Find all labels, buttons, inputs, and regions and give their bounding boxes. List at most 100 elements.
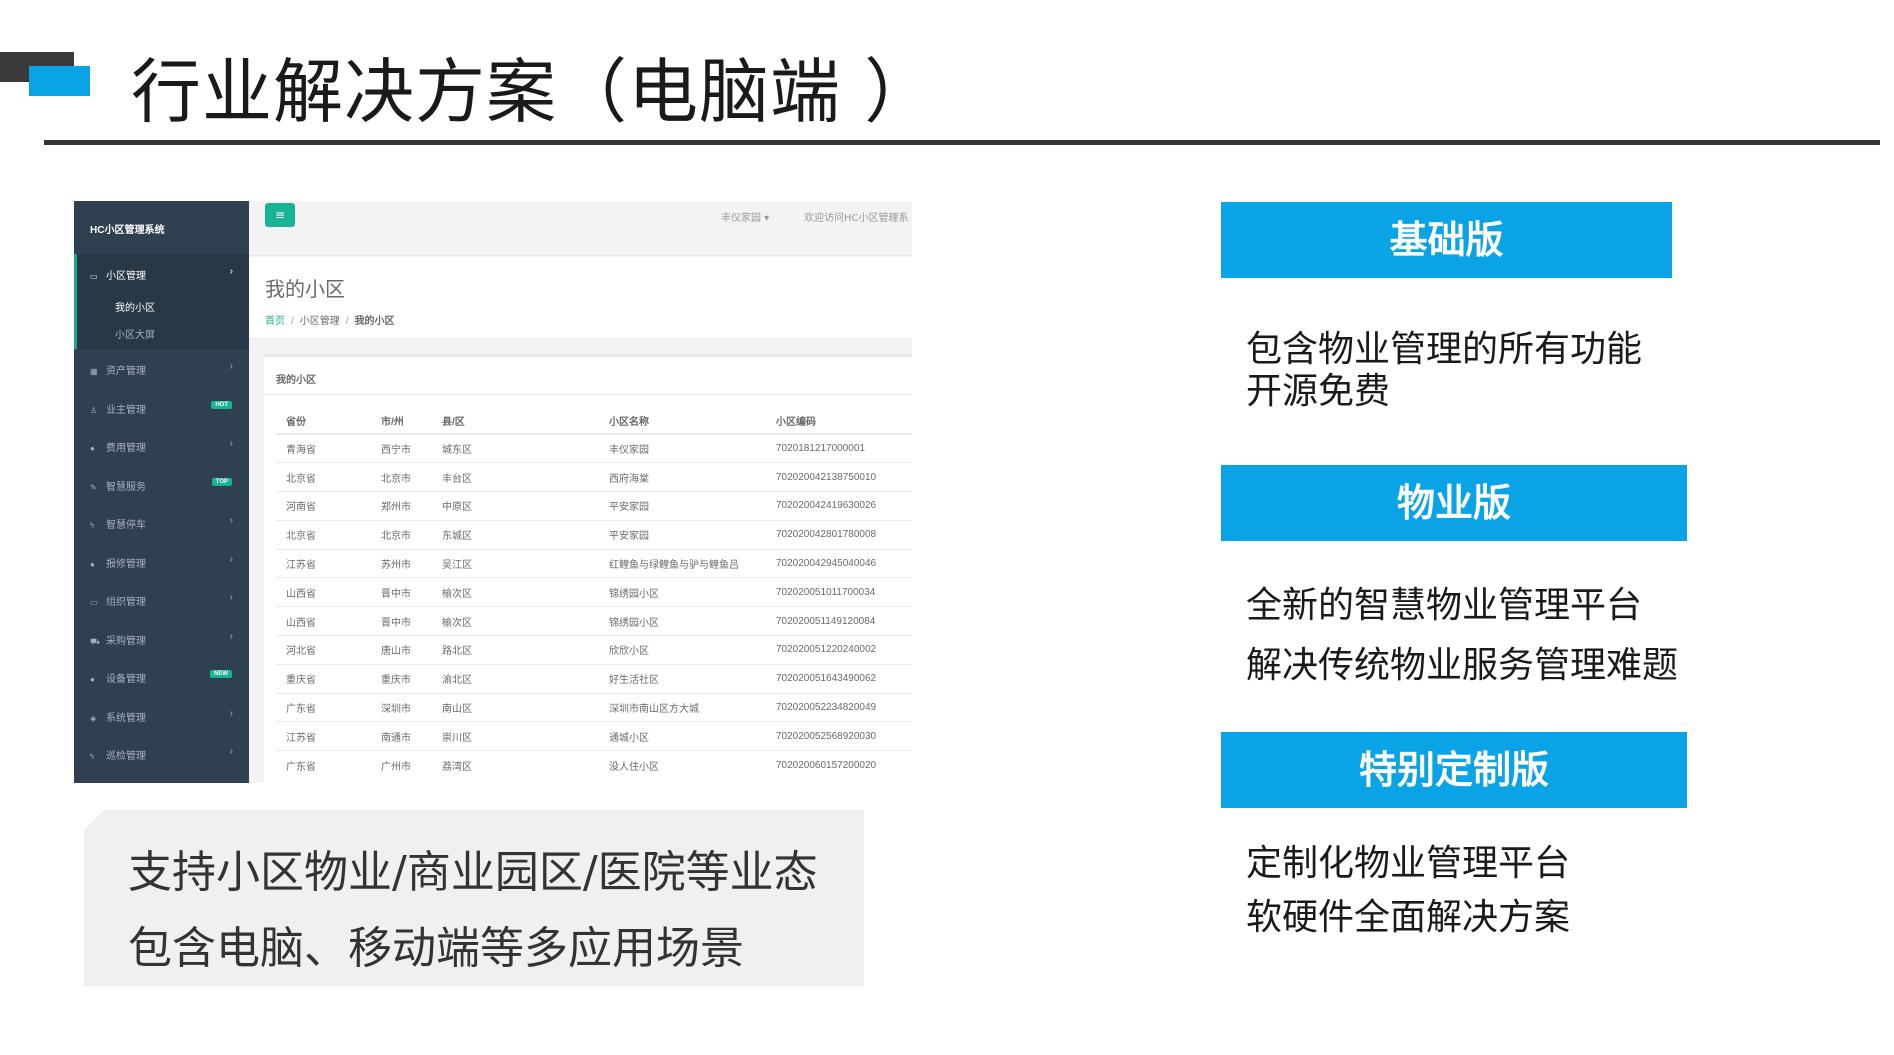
hamburger-icon[interactable]: ≡: [265, 203, 295, 227]
table-row[interactable]: 山西省 晋中市 榆次区 锦绣园小区 702020051011700034: [276, 577, 912, 607]
table-cell: 广东省: [276, 692, 371, 722]
table-cell: 北京市: [371, 462, 432, 492]
table-cell: 山西省: [276, 577, 371, 607]
table-cell: 东城区: [432, 519, 599, 550]
table-cell: 702020042945040046: [766, 548, 912, 578]
badge: TOP: [211, 477, 232, 486]
sidebar-item[interactable]: ✎ 智慧服务 TOP: [74, 465, 249, 504]
table-cell: 702020042419630026: [766, 491, 912, 521]
column-header[interactable]: 县/区: [432, 407, 599, 435]
table-cell: 西府海棠: [599, 462, 766, 492]
table-cell: 河南省: [276, 491, 371, 521]
table-cell: 锦绣园小区: [599, 577, 766, 607]
table-cell: 南山区: [432, 692, 599, 722]
person-icon: ♙: [90, 405, 98, 415]
table-cell: 深圳市南山区方大城: [599, 692, 766, 722]
sidebar-item-label: 系统管理: [106, 712, 146, 724]
table-cell: 7020181217000001: [766, 433, 912, 463]
bolt-icon: ϟ: [90, 752, 95, 761]
column-header[interactable]: 小区编码: [766, 407, 912, 435]
table-row[interactable]: 重庆省 重庆市 渝北区 好生活社区 702020051643490062: [276, 663, 912, 694]
breadcrumb-home[interactable]: 首页: [265, 316, 285, 327]
table-cell: 欣欣小区: [599, 635, 766, 665]
header-divider: [44, 140, 1880, 145]
sidebar-item-label: 业主管理: [106, 404, 146, 416]
sidebar-item-label: 报修管理: [106, 558, 146, 570]
table-cell: 702020052568920030: [766, 721, 912, 751]
table-row[interactable]: 山西省 晋中市 榆次区 锦绣园小区 702020051149120084: [276, 606, 912, 636]
sidebar-item-label: 智慧停车: [106, 520, 146, 531]
table-row[interactable]: 北京省 北京市 东城区 平安家园 702020042801780008: [276, 519, 912, 550]
breadcrumb-section[interactable]: 小区管理: [300, 316, 340, 327]
sidebar-item-label: 资产管理: [106, 366, 146, 377]
chevron-right-icon: ›: [229, 746, 233, 757]
sidebar-item[interactable]: ♙ 业主管理 HOT: [74, 388, 249, 427]
app-sidebar: HC小区管理系统 ▭ 小区管理 › 我的小区 小区大屏 ▦ 资产管理 › ♙ 业主管理 HO…: [74, 201, 249, 783]
column-header[interactable]: 小区名称: [599, 407, 766, 435]
table-cell: 702020060157200020: [766, 750, 912, 780]
table-cell: 锦绣园小区: [599, 606, 766, 636]
sidebar-item-label: 组织管理: [106, 597, 146, 608]
table-cell: 渝北区: [432, 663, 599, 694]
monitor-icon: ▭: [90, 598, 98, 607]
table-cell: 吴江区: [432, 548, 599, 578]
column-header[interactable]: 市/州: [371, 407, 432, 435]
table-row[interactable]: 江苏省 南通市 崇川区 通城小区 702020052568920030: [276, 721, 912, 751]
table-body: 青海省 西宁市 城东区 丰仪家园 7020181217000001 北京省 北京市 丰台区 西府…: [276, 433, 912, 780]
sidebar-item-label: 智慧服务: [106, 481, 146, 493]
bolt-icon: ϟ: [90, 521, 95, 530]
table-cell: 江苏省: [276, 721, 371, 751]
table-cell: 北京省: [276, 462, 371, 492]
table-cell: 702020051011700034: [766, 577, 912, 607]
sidebar-item-label: 采购管理: [106, 635, 146, 647]
table-row[interactable]: 北京省 北京市 丰台区 西府海棠 702020042138750010: [276, 462, 912, 492]
edition-property-header: 物业版: [1221, 465, 1687, 541]
table-row[interactable]: 青海省 西宁市 城东区 丰仪家园 7020181217000001: [276, 433, 912, 463]
sidebar-menu: ▦ 资产管理 › ♙ 业主管理 HOT ● 费用管理 › ✎ 智慧服务 TOP ϟ 智慧停车 › ● 报修管理 ›…: [74, 349, 249, 773]
header-accent-blue: [29, 66, 90, 96]
table-cell: 深圳市: [371, 692, 432, 722]
table-header-row: 省份 市/州 县/区 小区名称 小区编码: [276, 407, 912, 435]
submenu-item-my-community[interactable]: 我的小区: [115, 295, 249, 322]
circle-icon: ●: [90, 444, 95, 453]
table-cell: 702020052234820049: [766, 692, 912, 722]
badge: HOT: [211, 400, 232, 409]
app-brand: HC小区管理系统: [90, 225, 165, 236]
sidebar-item-community[interactable]: ▭ 小区管理 › 我的小区 小区大屏: [74, 254, 249, 349]
table-row[interactable]: 江苏省 苏州市 吴江区 红鲤鱼与绿鲤鱼与驴与鲤鱼吕 702020042945040046: [276, 548, 912, 578]
table-row[interactable]: 广东省 广州市 荔湾区 没人住小区 702020060157200020: [276, 750, 912, 780]
sidebar-item[interactable]: ● 费用管理 ›: [74, 426, 249, 465]
slide-title: 行业解决方案（电脑端 ）: [131, 51, 936, 133]
community-table: 省份 市/州 县/区 小区名称 小区编码 青海省 西宁市 城东区 丰仪家园 7020181217…: [276, 407, 912, 780]
table-cell: 丰台区: [432, 462, 599, 492]
chevron-right-icon: ›: [229, 592, 233, 603]
slide: 行业解决方案（电脑端 ） HC小区管理系统 ▭ 小区管理 › 我的小区 小区大屏 …: [0, 0, 1894, 1055]
sidebar-item[interactable]: ϟ 智慧停车 ›: [74, 503, 249, 542]
table-row[interactable]: 河南省 郑州市 中原区 平安家园 702020042419630026: [276, 491, 912, 521]
breadcrumb-current: 我的小区: [354, 316, 395, 327]
table-cell: 702020051149120084: [766, 606, 912, 636]
sidebar-item[interactable]: ϟ 巡检管理 ›: [74, 734, 249, 773]
badge: NEW: [210, 670, 232, 678]
edition-custom-line-2: 软硬件全面解决方案: [1246, 897, 1571, 938]
sidebar-item[interactable]: ▭ 组织管理 ›: [74, 580, 249, 619]
table-row[interactable]: 广东省 深圳市 南山区 深圳市南山区方大城 702020052234820049: [276, 692, 912, 722]
table-row[interactable]: 河北省 唐山市 路北区 欣欣小区 702020051220240002: [276, 635, 912, 665]
sidebar-item-label: 小区管理: [106, 271, 146, 282]
circle-icon: ●: [90, 559, 95, 569]
sidebar-item[interactable]: ⛟ 采购管理 ›: [74, 619, 249, 658]
table-cell: 北京市: [371, 519, 432, 550]
page-heading: 我的小区 首页 / 小区管理 / 我的小区: [249, 257, 912, 337]
table-cell: 重庆市: [371, 663, 432, 694]
column-header[interactable]: 省份: [276, 407, 371, 435]
sidebar-item[interactable]: ● 设备管理 NEW: [74, 657, 249, 696]
user-dropdown[interactable]: 丰仪家园 ▾: [721, 209, 769, 224]
submenu-item-dashboard[interactable]: 小区大屏: [115, 322, 249, 349]
sidebar-item[interactable]: ◈ 系统管理 ›: [74, 696, 249, 735]
chevron-right-icon: ›: [229, 361, 233, 372]
grid-icon: ▦: [90, 367, 98, 376]
table-cell: 崇川区: [432, 721, 599, 751]
sidebar-item[interactable]: ● 报修管理 ›: [74, 542, 249, 581]
sidebar-item[interactable]: ▦ 资产管理 ›: [74, 349, 249, 388]
page-title: 我的小区: [265, 279, 345, 301]
